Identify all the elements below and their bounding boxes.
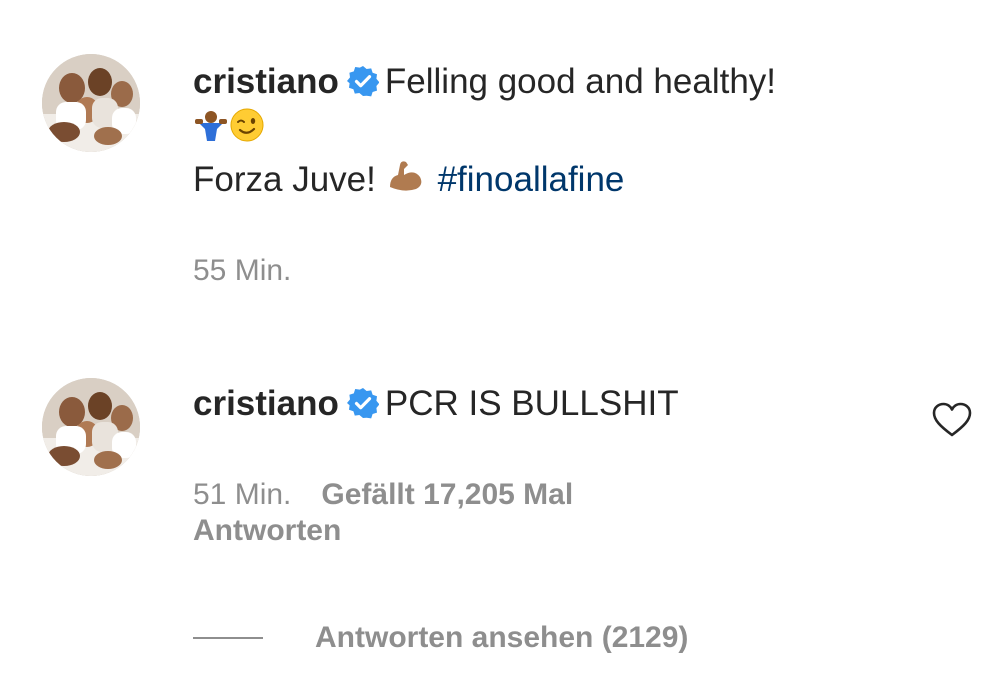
view-replies-button[interactable]: Antworten ansehen (2129) xyxy=(193,616,688,660)
reply-button[interactable]: Antworten xyxy=(193,510,934,552)
comment-meta: 55 Min. xyxy=(193,250,934,292)
comments-section: cristiano Felling good and healthy! Forz… xyxy=(0,0,994,688)
username[interactable]: cristiano xyxy=(193,62,339,101)
comment-text-line: cristiano Felling good and healthy! xyxy=(193,58,934,106)
comment-text-line-3: Forza Juve! #finoallafine xyxy=(193,156,934,206)
comment-text-line: cristiano PCR IS BULLSHIT xyxy=(193,380,934,428)
divider-line xyxy=(193,637,263,639)
avatar[interactable] xyxy=(42,378,140,476)
verified-badge-icon xyxy=(346,384,380,419)
comment-time[interactable]: 55 Min. xyxy=(193,254,291,287)
flexed-biceps-emoji xyxy=(386,157,426,206)
comment-text-2: Forza Juve! xyxy=(193,160,386,199)
emoji-line xyxy=(193,106,934,156)
avatar-photo-icon xyxy=(42,378,140,476)
avatar-photo-icon xyxy=(42,54,140,152)
avatar[interactable] xyxy=(42,54,140,152)
winking-face-emoji xyxy=(229,107,265,156)
heart-outline-icon[interactable] xyxy=(932,402,972,438)
comment-text: PCR IS BULLSHIT xyxy=(384,384,679,423)
username[interactable]: cristiano xyxy=(193,384,339,423)
shrugging-man-emoji xyxy=(193,107,229,156)
comment-time[interactable]: 51 Min. xyxy=(193,478,291,511)
verified-badge-icon xyxy=(346,62,380,97)
comment-text: Felling good and healthy! xyxy=(384,62,777,101)
likes-count[interactable]: Gefällt 17,205 Mal xyxy=(321,478,573,511)
hashtag-link[interactable]: #finoallafine xyxy=(438,160,625,199)
view-replies-label: Antworten ansehen (2129) xyxy=(315,621,689,654)
